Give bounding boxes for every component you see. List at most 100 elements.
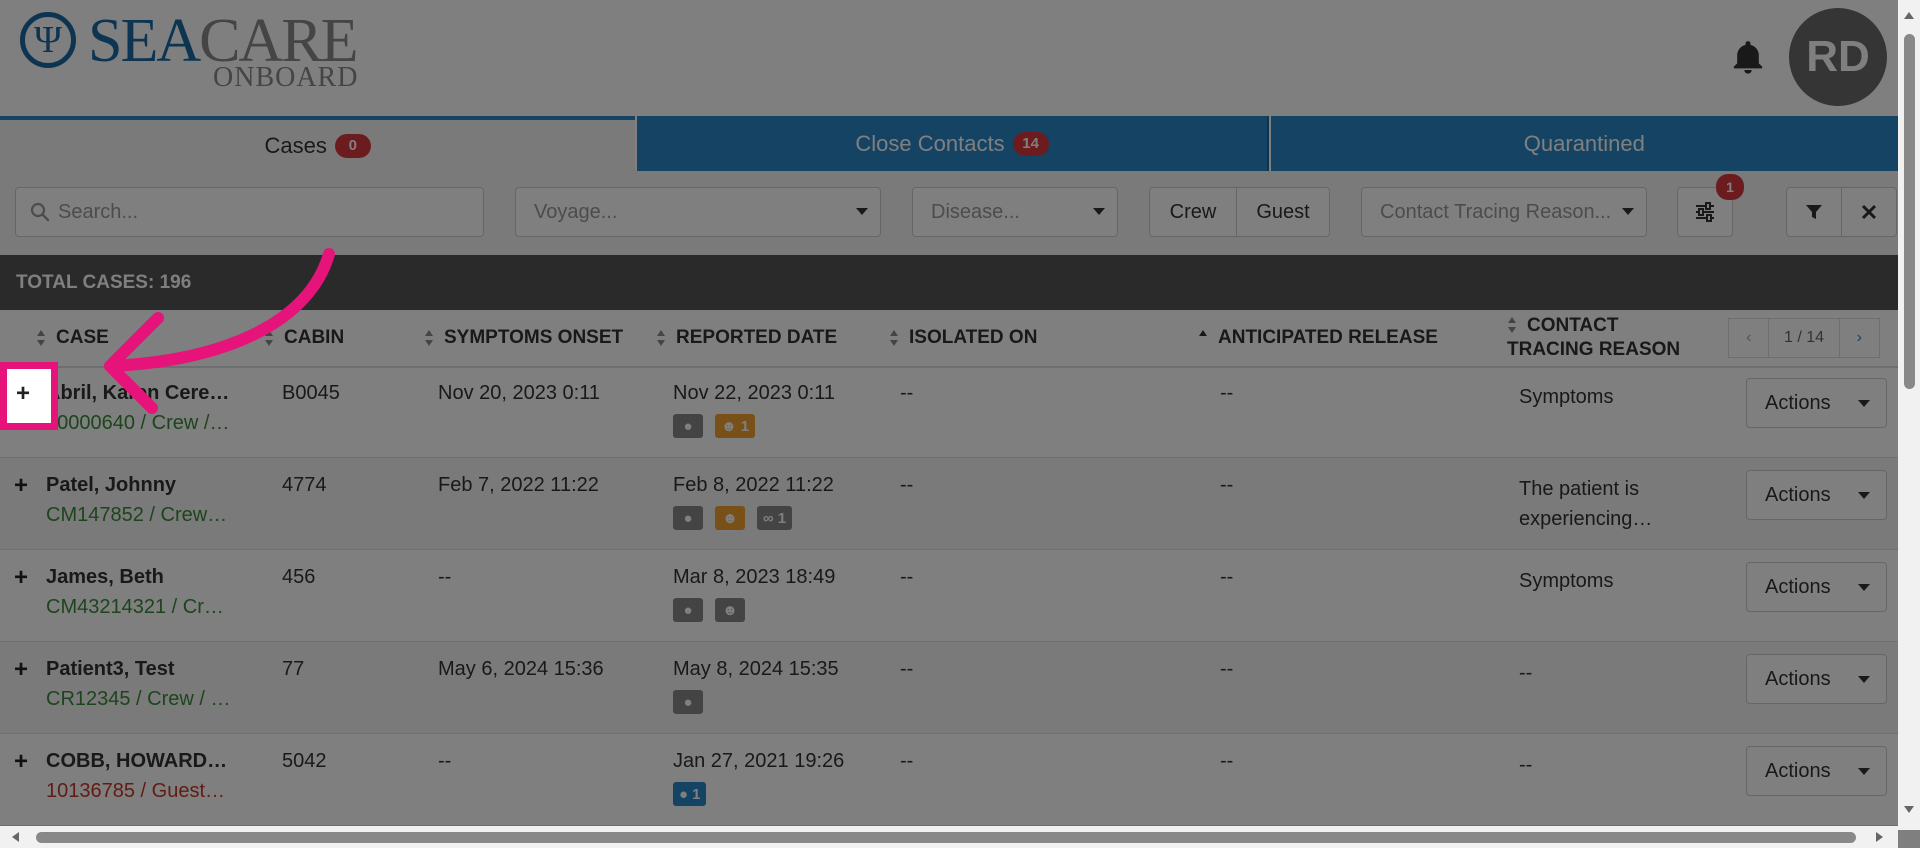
trident-icon: Ψ — [20, 12, 76, 68]
reported-date-cell: Jan 27, 2021 19:26 — [673, 750, 845, 772]
column-label-reported-date: REPORTED DATE — [676, 327, 838, 348]
table-pager: ‹ 1 / 14 › — [1728, 318, 1880, 358]
table-row[interactable]: + Abril, Karen Cere… 10000640 / Crew /… … — [0, 366, 1898, 458]
location-pin-icon: ● — [673, 414, 703, 438]
disease-placeholder: Disease... — [931, 200, 1020, 223]
expand-row-plus-icon[interactable]: + — [14, 750, 28, 774]
table-header: CASE CABIN SYMPTOMS ONSET REPORTED DATE … — [0, 310, 1898, 368]
sort-icon — [890, 330, 898, 346]
actions-dropdown-button[interactable]: Actions — [1746, 470, 1887, 520]
main-tabs: Cases 0 Close Contacts 14 Quarantined — [0, 116, 1898, 171]
column-label-tracing-reason: TRACING REASON — [1507, 339, 1681, 360]
reported-date-cell: Mar 8, 2023 18:49 — [673, 566, 836, 588]
column-label-contact: CONTACT — [1527, 315, 1619, 336]
case-id-type: CM147852 / Crew… — [46, 504, 228, 526]
contacts-count: 1 — [740, 417, 750, 435]
actions-label: Actions — [1765, 759, 1831, 782]
chevron-down-icon — [1858, 492, 1870, 499]
actions-label: Actions — [1765, 575, 1831, 598]
column-header-symptoms-onset[interactable]: SYMPTOMS ONSET — [424, 310, 623, 366]
tab-cases-count-badge: 0 — [334, 133, 371, 158]
actions-dropdown-button[interactable]: Actions — [1746, 654, 1887, 704]
horizontal-scrollbar[interactable] — [0, 826, 1898, 848]
chevron-down-icon — [1858, 676, 1870, 683]
logo-subtitle: ONBOARD — [213, 62, 359, 93]
symptoms-onset-cell: Feb 7, 2022 11:22 — [438, 474, 599, 496]
disease-chevron-down-icon — [1093, 208, 1105, 215]
sort-icon — [37, 330, 45, 346]
filter-button[interactable] — [1786, 187, 1842, 237]
vertical-scroll-thumb[interactable] — [1904, 34, 1915, 389]
scroll-right-icon[interactable] — [1876, 832, 1883, 842]
highlighted-expand-button[interactable]: + — [0, 362, 58, 430]
reason-line-1: The patient is — [1519, 478, 1640, 500]
column-header-anticipated-release[interactable]: ANTICIPATED RELEASE — [1198, 310, 1438, 366]
case-name[interactable]: COBB, HOWARD… — [46, 750, 246, 773]
tab-close-contacts-label: Close Contacts — [855, 130, 1005, 156]
contacts-group-icon: ☻ — [715, 598, 745, 622]
search-input[interactable]: Search... — [15, 187, 484, 237]
expand-row-plus-icon[interactable]: + — [14, 474, 28, 498]
scroll-left-icon[interactable] — [12, 832, 19, 842]
crew-filter-button[interactable]: Crew — [1149, 187, 1237, 237]
actions-dropdown-button[interactable]: Actions — [1746, 562, 1887, 612]
scroll-up-icon[interactable] — [1904, 12, 1914, 19]
voyage-select[interactable]: Voyage... — [515, 187, 881, 237]
location-pin-icon: ● — [673, 690, 703, 714]
chevron-down-icon — [1858, 584, 1870, 591]
table-row[interactable]: + Patel, Johnny CM147852 / Crew… 4774 Fe… — [0, 458, 1898, 550]
notification-bell-icon[interactable] — [1728, 36, 1768, 78]
symptoms-onset-cell: Nov 20, 2023 0:11 — [438, 382, 600, 404]
pager-prev-button[interactable]: ‹ — [1729, 319, 1770, 357]
table-row[interactable]: + James, Beth CM43214321 / Cr… 456 -- Ma… — [0, 550, 1898, 642]
tab-quarantined[interactable]: Quarantined — [1270, 116, 1898, 171]
column-label-isolated-on: ISOLATED ON — [909, 327, 1038, 348]
case-name[interactable]: James, Beth — [46, 566, 246, 589]
guest-filter-button[interactable]: Guest — [1236, 187, 1330, 237]
voyage-chevron-down-icon — [856, 208, 868, 215]
contact-reason-placeholder: Contact Tracing Reason... — [1380, 200, 1612, 223]
contact-tracing-reason-cell: Symptoms — [1519, 382, 1669, 412]
chevron-down-icon — [1858, 400, 1870, 407]
table-row[interactable]: + Patient3, Test CR12345 / Crew / … 77 M… — [0, 642, 1898, 734]
pager-page-indicator: 1 / 14 — [1769, 319, 1840, 357]
actions-dropdown-button[interactable]: Actions — [1746, 378, 1887, 428]
tab-close-contacts-count-badge: 14 — [1012, 131, 1049, 156]
contact-tracing-reason-cell: -- — [1519, 750, 1669, 780]
isolated-on-cell: -- — [900, 750, 914, 772]
case-id-type: 10000640 / Crew /… — [46, 412, 230, 434]
isolated-on-cell: -- — [900, 658, 914, 680]
case-id-type: CM43214321 / Cr… — [46, 596, 224, 618]
column-header-reported-date[interactable]: REPORTED DATE — [656, 310, 837, 366]
contact-tracing-reason-select[interactable]: Contact Tracing Reason... — [1361, 187, 1647, 237]
column-label-cabin: CABIN — [284, 327, 345, 348]
vertical-scrollbar[interactable] — [1898, 0, 1920, 830]
cabin-cell: 5042 — [282, 750, 327, 772]
scroll-down-icon[interactable] — [1904, 806, 1914, 813]
case-name[interactable]: Patel, Johnny — [46, 474, 246, 497]
user-avatar[interactable]: RD — [1789, 8, 1887, 106]
tab-close-contacts[interactable]: Close Contacts 14 — [637, 116, 1269, 171]
horizontal-scroll-thumb[interactable] — [36, 832, 1856, 843]
reason-line-1: Symptoms — [1519, 570, 1614, 592]
pager-next-button[interactable]: › — [1840, 319, 1879, 357]
tab-cases[interactable]: Cases 0 — [0, 116, 636, 171]
column-label-case: CASE — [56, 327, 109, 348]
case-name[interactable]: Abril, Karen Cere… — [46, 382, 246, 405]
column-header-case[interactable]: CASE — [36, 310, 109, 366]
disease-select[interactable]: Disease... — [912, 187, 1118, 237]
expand-row-plus-icon[interactable]: + — [14, 566, 28, 590]
actions-dropdown-button[interactable]: Actions — [1746, 746, 1887, 796]
case-name[interactable]: Patient3, Test — [46, 658, 246, 681]
table-row[interactable]: + COBB, HOWARD… 10136785 / Guest… 5042 -… — [0, 734, 1898, 826]
case-id-type: 10136785 / Guest… — [46, 780, 226, 802]
column-header-isolated-on[interactable]: ISOLATED ON — [889, 310, 1037, 366]
advanced-settings-button[interactable]: 1 — [1677, 174, 1744, 237]
symptoms-onset-cell: May 6, 2024 15:36 — [438, 658, 604, 680]
clear-filters-button[interactable] — [1841, 187, 1897, 237]
contact-tracing-reason-cell: Symptoms — [1519, 566, 1669, 596]
column-header-cabin[interactable]: CABIN — [264, 310, 344, 366]
isolated-on-cell: -- — [900, 474, 914, 496]
expand-row-plus-icon[interactable]: + — [14, 658, 28, 682]
column-header-contact-tracing-reason[interactable]: CONTACT TRACING REASON — [1507, 310, 1680, 366]
